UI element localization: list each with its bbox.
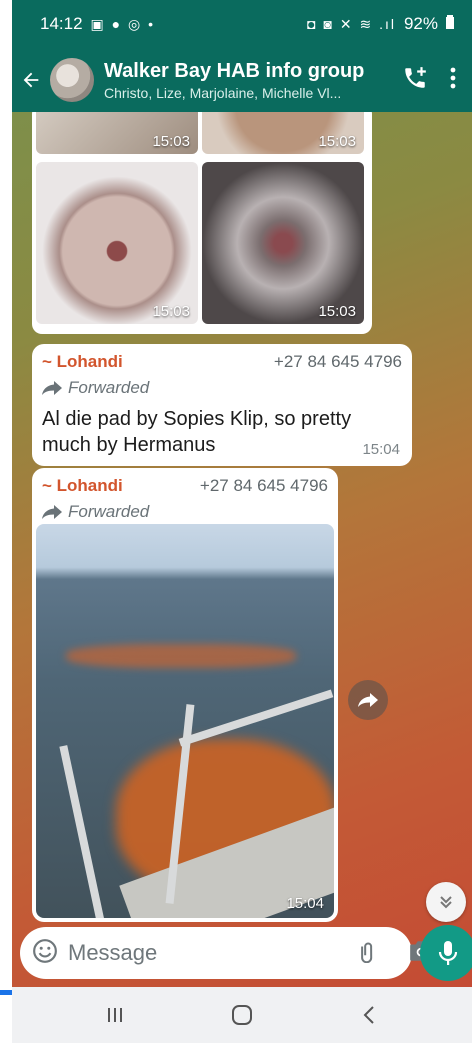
- message-composer: [20, 927, 432, 979]
- back-nav-button[interactable]: [339, 995, 399, 1035]
- boat-railing: [178, 689, 334, 747]
- system-nav-bar: [12, 987, 472, 1043]
- image-thumbnail[interactable]: 15:03: [202, 162, 364, 324]
- forwarded-text: Forwarded: [68, 502, 150, 521]
- menu-button[interactable]: [450, 67, 456, 94]
- voice-message-button[interactable]: [420, 925, 472, 981]
- paperclip-icon: [361, 942, 373, 963]
- back-button[interactable]: [12, 48, 50, 112]
- message-input[interactable]: [68, 940, 356, 966]
- status-right: ◘ ◙ ✕ ≋ .ıl 92%: [307, 14, 454, 34]
- left-edge-indicator: [0, 990, 12, 995]
- scroll-to-bottom-button[interactable]: [426, 882, 466, 922]
- group-members: Christo, Lize, Marjolaine, Michelle Vl..…: [104, 84, 342, 101]
- photo-message-bubble[interactable]: ~ Lohandi +27 84 645 4796 Forwarded 15:0…: [32, 468, 338, 922]
- forward-arrow-icon: [42, 381, 62, 395]
- status-bar: 14:12 ▣ ● ◎ • ◘ ◙ ✕ ≋ .ıl 92%: [12, 0, 472, 48]
- share-arrow-icon: [358, 693, 378, 707]
- message-text: Al die pad by Sopies Klip, so pretty muc…: [42, 408, 352, 456]
- arrow-left-icon: [23, 72, 39, 88]
- image-timestamp: 15:03: [152, 303, 190, 320]
- emoji-button[interactable]: [32, 938, 58, 969]
- message-time: 15:04: [362, 441, 400, 458]
- group-title: Walker Bay HAB info group: [104, 59, 365, 82]
- system-status-icons: ◘ ◙ ✕ ≋ .ıl: [307, 15, 396, 32]
- phone-plus-icon: [405, 66, 426, 88]
- emoji-icon: [33, 938, 57, 963]
- image-timestamp: 15:03: [318, 133, 356, 150]
- photo-timestamp: 15:04: [286, 895, 324, 912]
- group-info[interactable]: Walker Bay HAB info group Christo, Lize,…: [104, 60, 402, 101]
- group-avatar[interactable]: [50, 58, 94, 102]
- back-chevron-icon: [363, 1006, 374, 1024]
- chat-area[interactable]: 15:03 15:03 15:03 15:03 ~ Lohandi +27 84…: [12, 112, 472, 987]
- status-left: 14:12 ▣ ● ◎ •: [40, 14, 155, 34]
- image-timestamp: 15:03: [318, 303, 356, 320]
- add-call-button[interactable]: [402, 65, 428, 96]
- forwarded-label: Forwarded: [42, 378, 402, 398]
- more-vert-icon: [450, 67, 456, 88]
- recents-icon: [108, 1008, 123, 1022]
- algae-bloom-streak: [66, 644, 296, 668]
- header-actions: [402, 65, 472, 96]
- boat-railing: [59, 745, 105, 918]
- forwarded-label: Forwarded: [42, 502, 328, 522]
- attach-button[interactable]: [356, 939, 380, 968]
- image-thumbnail[interactable]: 15:03: [36, 162, 198, 324]
- image-timestamp: 15:03: [152, 133, 190, 150]
- image-thumbnail[interactable]: 15:03: [202, 112, 364, 154]
- double-chevron-down-icon: [440, 896, 452, 909]
- home-icon: [231, 1005, 252, 1025]
- image-thumbnail[interactable]: 15:03: [36, 112, 198, 154]
- forward-arrow-icon: [42, 505, 62, 519]
- phone-screen: 14:12 ▣ ● ◎ • ◘ ◙ ✕ ≋ .ıl 92% Walker Bay…: [12, 0, 472, 1043]
- forwarded-text: Forwarded: [68, 378, 150, 397]
- notification-icons: ▣ ● ◎ •: [90, 15, 156, 32]
- chat-header: Walker Bay HAB info group Christo, Lize,…: [12, 48, 472, 112]
- sender-name[interactable]: ~ Lohandi: [42, 476, 123, 496]
- sender-name[interactable]: ~ Lohandi: [42, 352, 123, 372]
- battery-icon: [446, 14, 454, 34]
- sender-phone: +27 84 645 4796: [273, 352, 402, 371]
- status-time: 14:12: [40, 14, 83, 33]
- microphone-icon: [438, 941, 458, 965]
- home-button[interactable]: [212, 995, 272, 1035]
- text-message-bubble[interactable]: ~ Lohandi +27 84 645 4796 Forwarded Al d…: [32, 344, 412, 466]
- sender-phone: +27 84 645 4796: [199, 476, 328, 495]
- battery-percent: 92%: [403, 14, 438, 33]
- image-grid-message: 15:03 15:03 15:03 15:03: [32, 112, 372, 334]
- recent-apps-button[interactable]: [85, 995, 145, 1035]
- forward-button[interactable]: [348, 680, 388, 720]
- sender-row: ~ Lohandi +27 84 645 4796: [42, 352, 402, 372]
- sender-row: ~ Lohandi +27 84 645 4796: [42, 476, 328, 496]
- message-photo[interactable]: 15:04: [36, 524, 334, 918]
